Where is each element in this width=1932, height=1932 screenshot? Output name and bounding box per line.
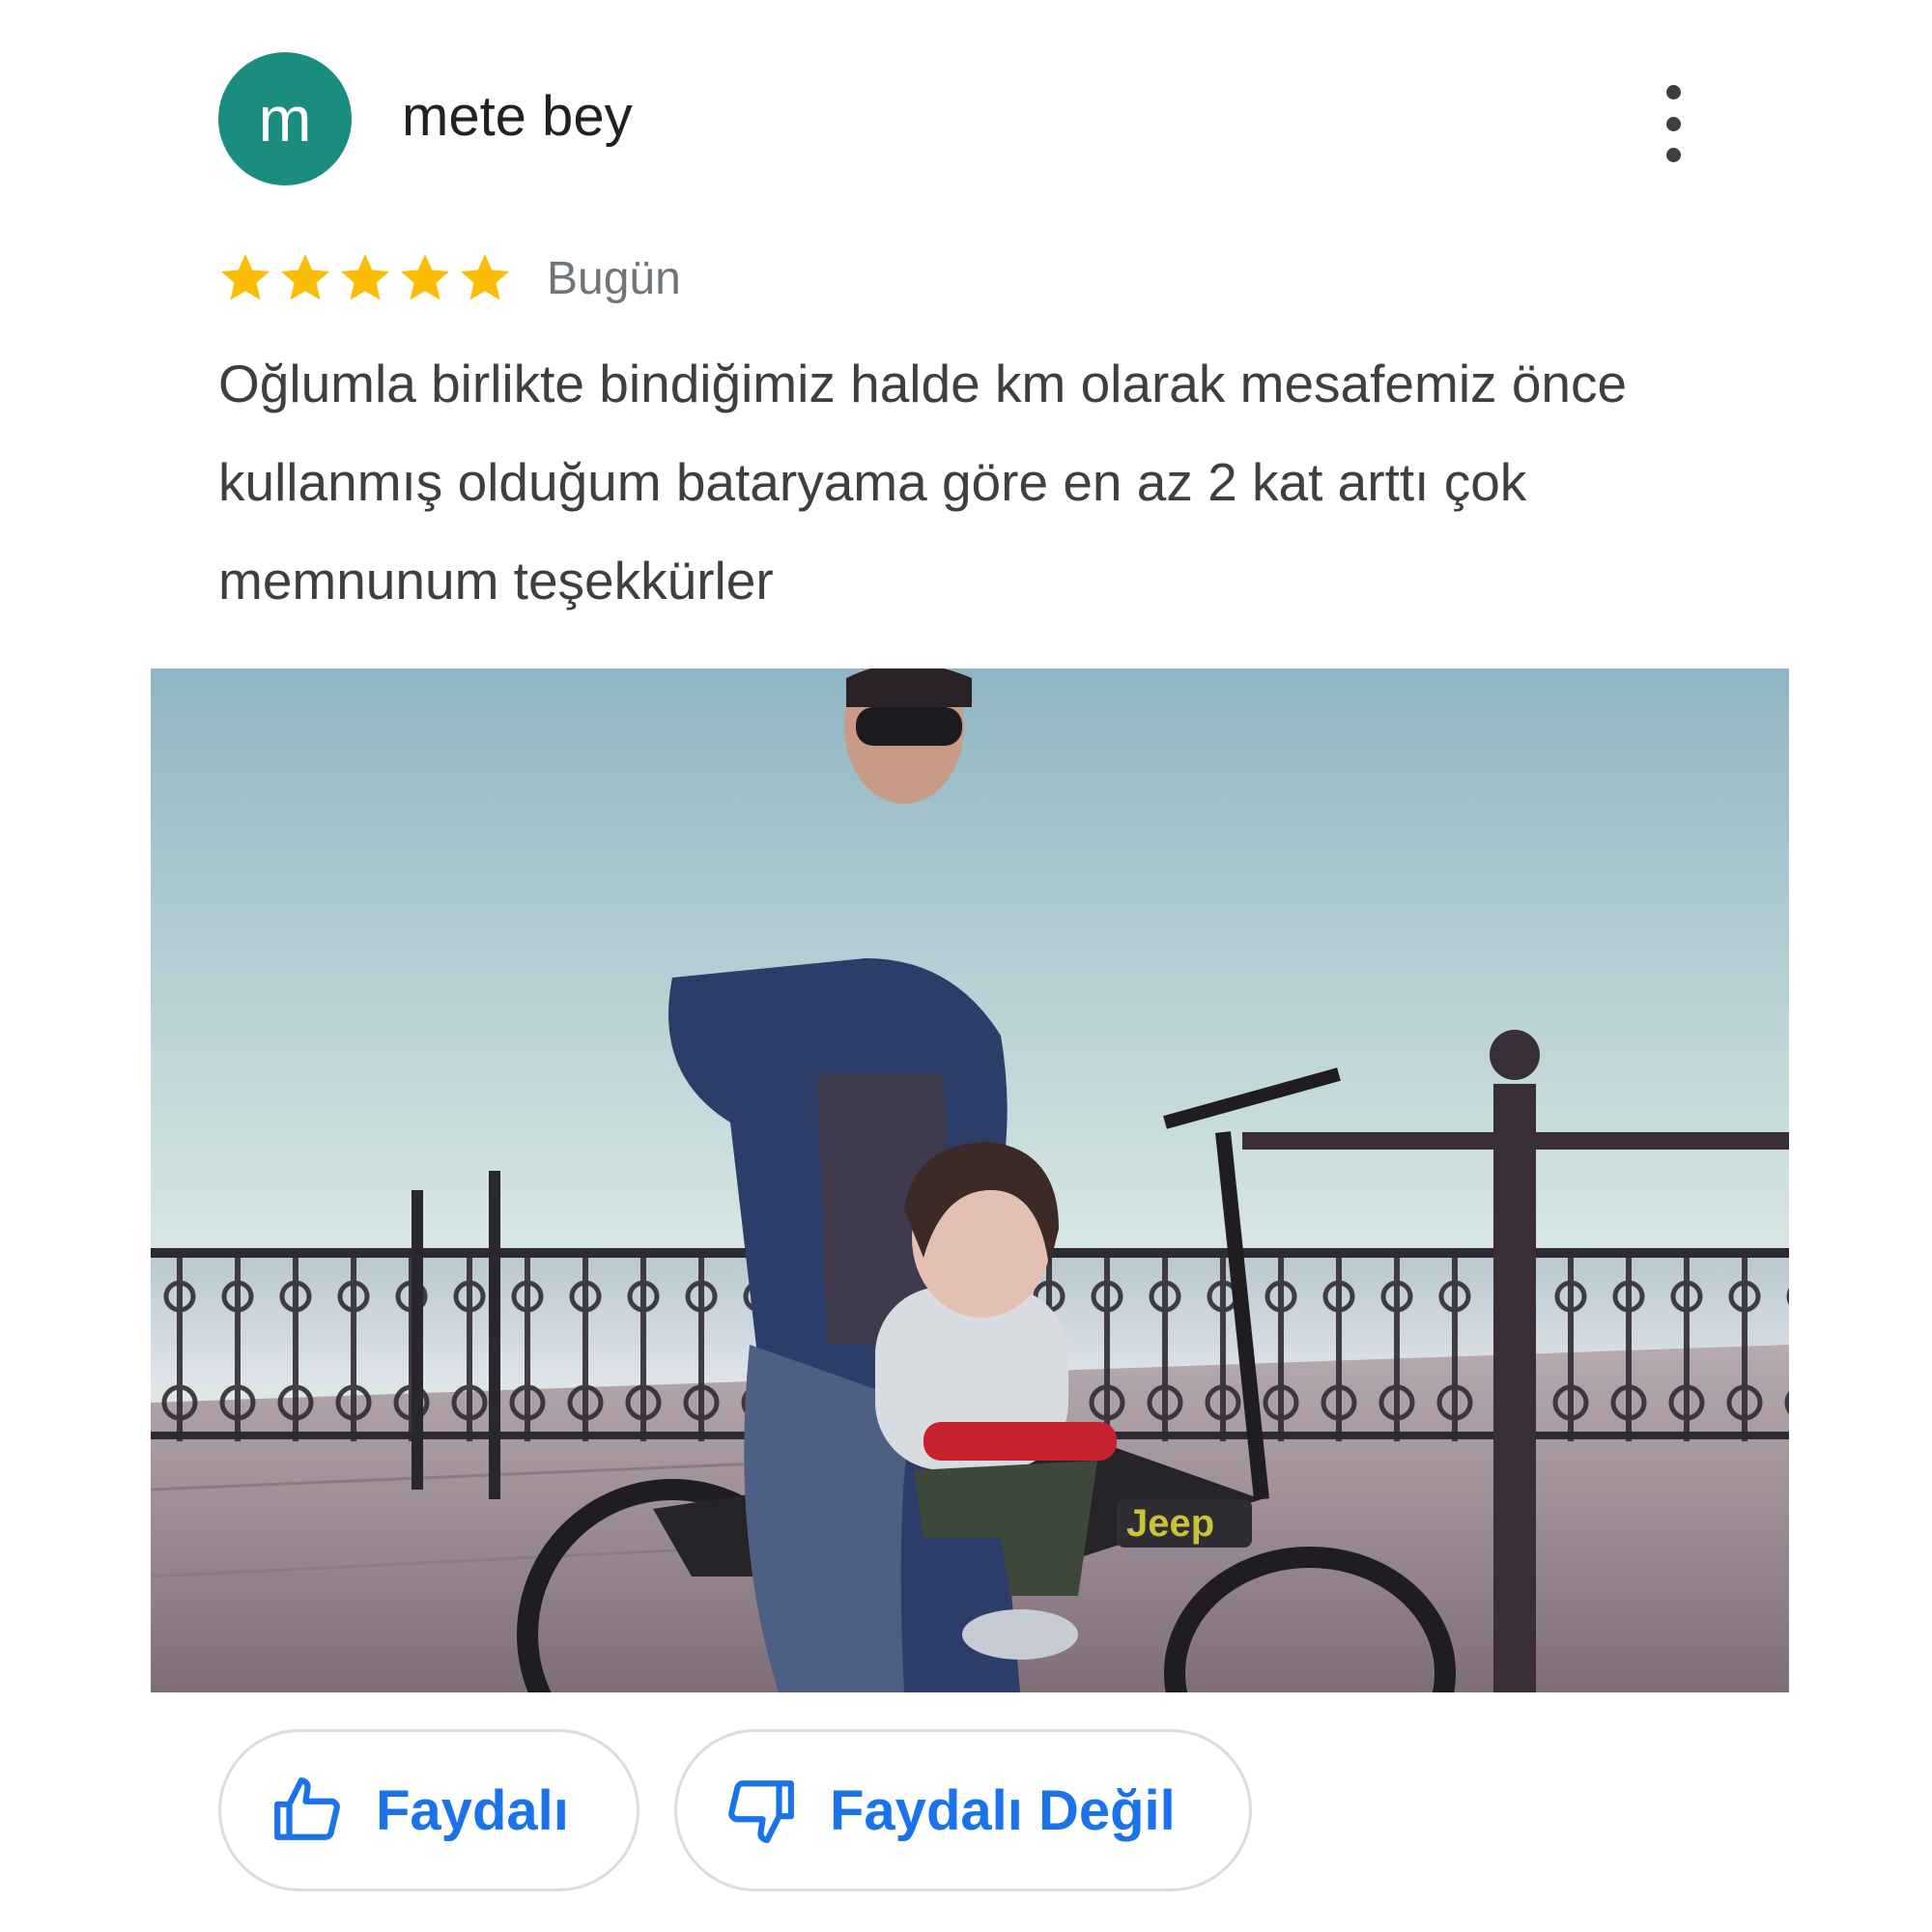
review-date: Bugün: [547, 252, 681, 304]
star-icon: [221, 254, 270, 300]
bike-brand-label: Jeep: [1126, 1502, 1214, 1545]
helpful-label: Faydalı: [376, 1778, 569, 1842]
not-helpful-button[interactable]: Faydalı Değil: [674, 1729, 1252, 1891]
author-name[interactable]: mete bey: [402, 83, 633, 151]
rating-row: Bugün: [216, 247, 681, 309]
avatar-letter: m: [258, 83, 312, 155]
thumb-down-icon: [728, 1780, 794, 1843]
star-icon: [461, 254, 509, 300]
more-options-icon[interactable]: [1654, 85, 1692, 162]
review-photo[interactable]: Jeep: [151, 668, 1789, 1692]
review-text: Oğlumla birlikte bindiğimiz halde km ola…: [218, 354, 1628, 611]
avatar[interactable]: m: [218, 52, 352, 185]
star-rating: [216, 249, 514, 307]
helpful-button[interactable]: Faydalı: [218, 1729, 639, 1891]
thumb-up-icon: [274, 1777, 340, 1840]
not-helpful-label: Faydalı Değil: [830, 1778, 1176, 1842]
star-icon: [341, 254, 389, 300]
star-icon: [401, 254, 449, 300]
star-icon: [281, 254, 329, 300]
